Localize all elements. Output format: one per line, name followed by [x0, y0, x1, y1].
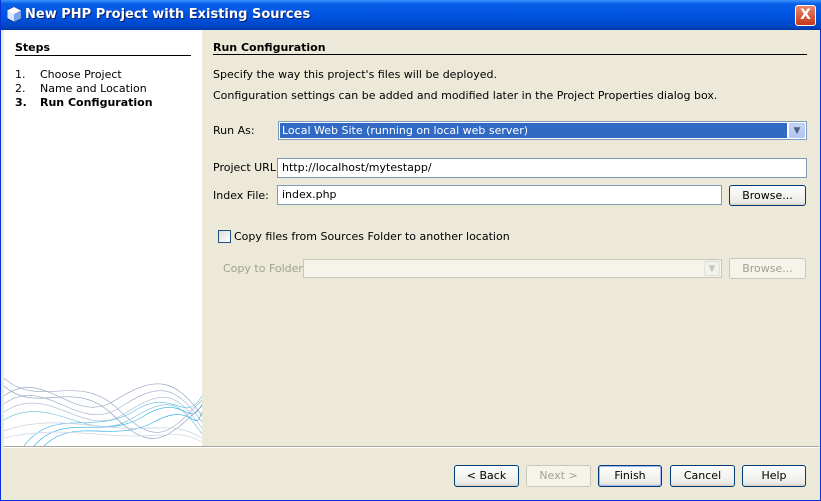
run-as-label: Run As:	[213, 124, 255, 137]
section-divider	[213, 54, 807, 55]
project-url-input[interactable]: http://localhost/mytestapp/	[277, 158, 807, 178]
finish-button[interactable]: Finish	[598, 465, 662, 487]
wizard-dialog: New PHP Project with Existing Sources X …	[0, 0, 821, 501]
index-file-label: Index File:	[213, 189, 269, 202]
step-label: Name and Location	[40, 82, 147, 95]
copy-to-folder-select[interactable]: ▼	[303, 259, 722, 278]
back-button[interactable]: < Back	[454, 465, 519, 487]
step-label: Run Configuration	[40, 96, 153, 109]
next-button[interactable]: Next >	[526, 465, 591, 487]
cancel-button[interactable]: Cancel	[670, 465, 735, 487]
copy-to-folder-browse-button[interactable]: Browse...	[729, 258, 806, 279]
close-button[interactable]: X	[795, 5, 816, 26]
title-bar[interactable]: New PHP Project with Existing Sources X	[1, 0, 821, 30]
close-icon: X	[800, 7, 811, 23]
run-as-select[interactable]: Local Web Site (running on local web ser…	[278, 121, 807, 140]
step-item: 2. Name and Location	[15, 82, 153, 96]
step-item: 1. Choose Project	[15, 68, 153, 82]
steps-divider	[15, 55, 191, 56]
step-item-current: 3. Run Configuration	[15, 96, 153, 110]
chevron-down-icon[interactable]: ▼	[789, 123, 805, 138]
steps-list: 1. Choose Project 2. Name and Location 3. R…	[15, 68, 153, 110]
chevron-down-icon[interactable]: ▼	[704, 261, 720, 276]
netbeans-cube-icon	[7, 7, 21, 22]
step-number: 1.	[15, 68, 26, 81]
step-label: Choose Project	[40, 68, 122, 81]
copy-files-label[interactable]: Copy files from Sources Folder to anothe…	[234, 230, 510, 243]
decorative-wave-graphic	[4, 377, 202, 446]
section-title: Run Configuration	[213, 41, 326, 54]
step-number: 2.	[15, 82, 26, 95]
project-url-label: Project URL:	[213, 161, 280, 174]
steps-title: Steps	[15, 41, 51, 54]
description-line-1: Specify the way this project's files wil…	[213, 68, 497, 81]
copy-to-folder-label: Copy to Folder:	[223, 262, 307, 275]
steps-panel: Steps 1. Choose Project 2. Name and Locati…	[4, 30, 202, 446]
help-button[interactable]: Help	[742, 465, 806, 487]
index-file-browse-button[interactable]: Browse...	[729, 185, 806, 206]
description-line-2: Configuration settings can be added and …	[213, 89, 718, 102]
footer-divider-highlight	[4, 447, 819, 448]
step-number: 3.	[15, 96, 27, 109]
copy-files-checkbox[interactable]	[218, 230, 231, 243]
window-title: New PHP Project with Existing Sources	[25, 7, 311, 22]
index-file-input[interactable]: index.php	[277, 185, 722, 205]
run-as-value: Local Web Site (running on local web ser…	[280, 123, 787, 138]
